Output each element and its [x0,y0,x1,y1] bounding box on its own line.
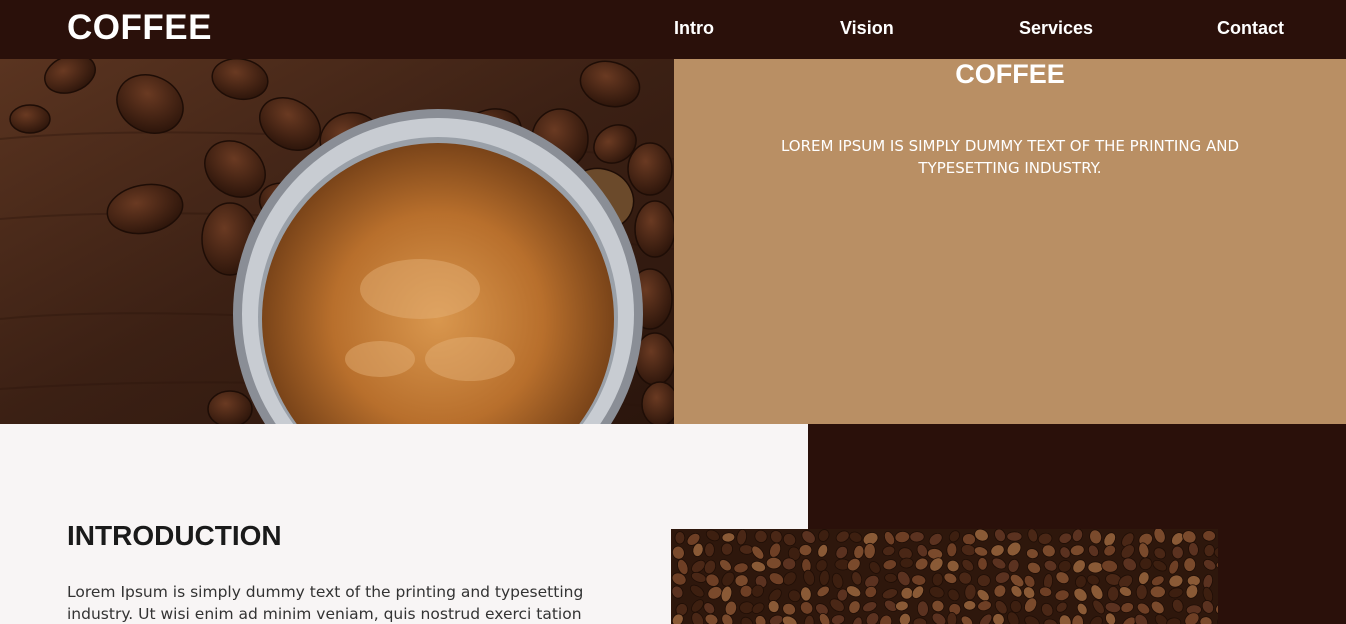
nav-link-contact[interactable]: Contact [1217,17,1284,39]
coffee-beans-illustration [671,529,1218,624]
nav-link-services[interactable]: Services [1019,17,1093,39]
intro-heading: INTRODUCTION [67,520,282,551]
coffee-cup-illustration [0,59,674,424]
hero-coffee-cup-image [0,59,674,424]
site-header: COFFEE Intro Vision Services Contact [0,0,1346,59]
hero-title: COFFEE [955,59,1065,89]
hero-text-panel: COFFEE LOREM IPSUM IS SIMPLY DUMMY TEXT … [674,59,1346,424]
hero-tagline: LOREM IPSUM IS SIMPLY DUMMY TEXT OF THE … [780,137,1240,177]
site-logo[interactable]: COFFEE [67,8,212,48]
nav-link-intro[interactable]: Intro [674,17,714,39]
coffee-beans-image [671,529,1218,624]
nav-link-vision[interactable]: Vision [840,17,894,39]
intro-paragraph: Lorem Ipsum is simply dummy text of the … [67,583,584,623]
